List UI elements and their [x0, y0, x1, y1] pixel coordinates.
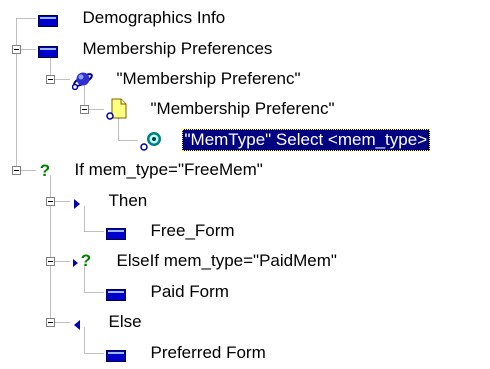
- collapse-button[interactable]: [12, 166, 21, 175]
- tree-item-label: Else: [108, 312, 142, 332]
- form-icon: [105, 225, 126, 245]
- svg-text:?: ?: [39, 161, 49, 179]
- tree-item[interactable]: ? ElseIf mem_type="PaidMem": [72, 246, 340, 276]
- tree-item[interactable]: Free_Form: [105, 216, 238, 246]
- tree-item-label: ElseIf mem_type="PaidMem": [116, 251, 337, 271]
- form-icon: [37, 12, 58, 32]
- tree-item[interactable]: Demographics Info: [37, 3, 229, 33]
- tree-item-label: If mem_type="FreeMem": [74, 160, 263, 180]
- tree-item-label: Free_Form: [150, 221, 235, 241]
- tree-item-label: Paid Form: [150, 282, 229, 302]
- document-icon: [105, 98, 128, 125]
- form-icon: [37, 43, 58, 63]
- tree-item[interactable]: "Membership Preferenc": [105, 94, 338, 125]
- select-field-icon: [139, 129, 164, 156]
- tree-item[interactable]: Paid Form: [105, 277, 232, 307]
- tree-item-label: Demographics Info: [82, 8, 226, 28]
- tree-item-label: "Membership Preferenc": [116, 69, 301, 89]
- tree-item-label: Then: [108, 191, 148, 211]
- tree-item[interactable]: "MemType" Select <mem_type>: [139, 125, 431, 156]
- arrow-question-icon: ?: [72, 251, 94, 276]
- collapse-button[interactable]: [46, 75, 55, 84]
- tree-item-label: Membership Preferences: [82, 39, 273, 59]
- tree-item[interactable]: Preferred Form: [105, 338, 269, 368]
- tree-item-label: "Membership Preferenc": [150, 99, 335, 119]
- collapse-button[interactable]: [80, 105, 89, 114]
- tree-item[interactable]: "Membership Preferenc": [71, 64, 304, 95]
- tree-item-label: Preferred Form: [150, 343, 266, 363]
- form-icon: [105, 347, 126, 367]
- globe-icon: [71, 68, 94, 95]
- form-icon: [105, 286, 126, 306]
- tree-item[interactable]: ? If mem_type="FreeMem": [38, 155, 266, 185]
- collapse-button[interactable]: [46, 318, 55, 327]
- collapse-button[interactable]: [12, 45, 21, 54]
- question-icon: ?: [38, 161, 52, 184]
- collapse-button[interactable]: [46, 257, 55, 266]
- left-arrow-icon: [72, 316, 82, 336]
- tree-item[interactable]: Else: [72, 307, 145, 337]
- svg-text:?: ?: [80, 251, 90, 270]
- right-arrow-icon: [72, 195, 82, 215]
- tree-item[interactable]: Membership Preferences: [37, 34, 276, 64]
- tree-view[interactable]: Demographics Info Membership Preferences "…: [0, 0, 490, 369]
- tree-item-label: "MemType" Select <mem_type>: [181, 129, 431, 152]
- collapse-button[interactable]: [46, 197, 55, 206]
- tree-item[interactable]: Then: [72, 186, 151, 216]
